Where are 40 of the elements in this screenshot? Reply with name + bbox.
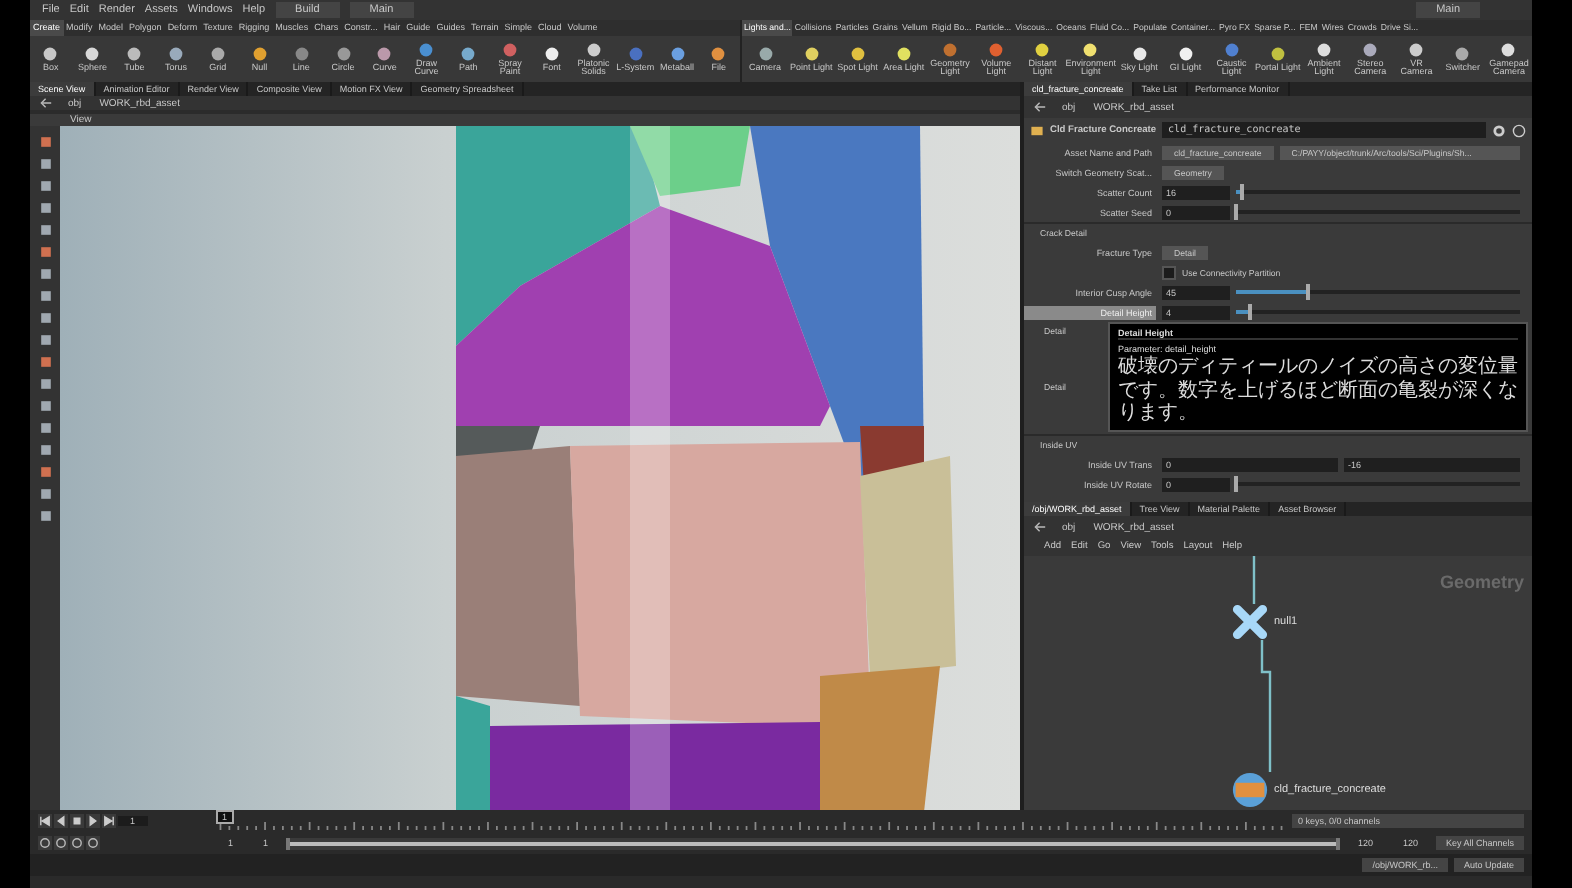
step-back-icon[interactable] [54, 814, 68, 828]
back-arrow-icon[interactable] [1034, 520, 1048, 534]
asset-node-icon[interactable] [1232, 772, 1268, 808]
node-icon [1030, 123, 1044, 137]
tool-icon [209, 45, 226, 62]
tool-icon [126, 45, 143, 62]
playback-option-icon[interactable] [70, 836, 84, 850]
settings-icon[interactable] [1492, 123, 1506, 137]
viewport[interactable] [60, 126, 1020, 812]
checkbox[interactable] [1162, 265, 1176, 279]
back-arrow-icon[interactable] [1034, 100, 1048, 114]
tool-icon [502, 41, 519, 57]
tooltip-description: 破壊のディティールのノイズの高さの変位量です。数字を上げるほど断面の亀裂が深くなります。 [1118, 356, 1518, 426]
x-shaped-node-icon[interactable] [1232, 604, 1268, 640]
skip-start-icon[interactable] [38, 814, 52, 828]
tool-icon [251, 45, 268, 62]
tool-icon [627, 45, 644, 62]
slider-thumb[interactable] [1239, 184, 1244, 200]
help-icon[interactable] [1512, 123, 1526, 137]
tool-icon [585, 41, 602, 57]
playback-option-icon[interactable] [38, 836, 52, 850]
tool-icon [168, 45, 185, 62]
range-slider[interactable] [286, 837, 1340, 849]
play-icon[interactable] [86, 814, 100, 828]
tool-icon [418, 41, 435, 57]
tool-icon [84, 45, 101, 62]
back-arrow-icon[interactable] [40, 96, 54, 110]
tool-icon [376, 45, 393, 62]
tool-icon [42, 45, 59, 62]
tool-icon [710, 45, 727, 62]
tool-icon [460, 45, 477, 62]
playback-option-icon[interactable] [86, 836, 100, 850]
playback-option-icon[interactable] [54, 836, 68, 850]
tool-icon [669, 45, 686, 62]
tool-icon [543, 45, 560, 62]
stop-icon[interactable] [70, 814, 84, 828]
skip-end-icon[interactable] [102, 814, 116, 828]
slider-thumb[interactable] [1248, 304, 1253, 320]
tool-icon [293, 45, 310, 62]
tool-icon [335, 45, 352, 62]
